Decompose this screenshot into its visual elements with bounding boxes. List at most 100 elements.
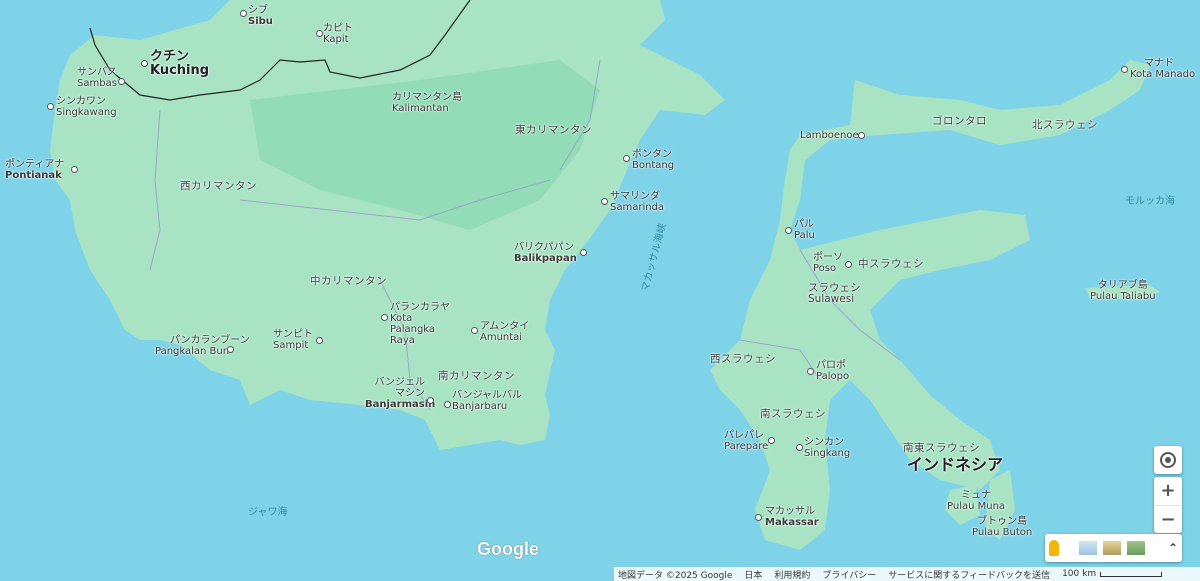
zoom-in-button[interactable]: +	[1154, 477, 1182, 506]
city-en: Balikpapan	[514, 253, 577, 264]
city-jp: サンピト	[273, 329, 313, 340]
city-dot	[227, 346, 234, 353]
city-dot	[118, 78, 125, 85]
city-en: Pulau Taliabu	[1090, 291, 1156, 302]
city-dot	[755, 514, 762, 521]
city-dot	[1121, 66, 1128, 73]
layer-thumbnail-2[interactable]	[1103, 541, 1121, 555]
city-dot	[381, 314, 388, 321]
city-manado[interactable]: マナド Kota Manado	[1130, 58, 1195, 80]
city-amuntai[interactable]: アムンタイ Amuntai	[480, 321, 529, 343]
city-palu[interactable]: パル Palu	[794, 219, 815, 241]
city-jp: ポンティアナ	[5, 159, 65, 170]
city-jp: シンカワン	[56, 96, 106, 107]
city-singkang[interactable]: シンカン Singkang	[804, 437, 850, 459]
city-en: Lamboenoe	[800, 130, 859, 141]
city-sambas[interactable]: サンバス Sambas	[77, 67, 117, 89]
city-jp: カピト	[323, 23, 353, 34]
city-en: Palopo	[816, 371, 850, 382]
city-en: Kuching	[150, 63, 210, 78]
city-pontianak[interactable]: ポンティアナ Pontianak	[5, 159, 64, 181]
scale-line	[1100, 571, 1163, 577]
city-en: Parepare	[724, 441, 769, 452]
city-dot	[471, 327, 478, 334]
map-data-attribution: 地図データ ©2025 Google	[618, 570, 733, 581]
city-jp: パル	[794, 219, 814, 230]
city-jp: ミュナ	[961, 490, 992, 501]
city-jp: バンジャルバル	[452, 390, 522, 401]
privacy-link[interactable]: プライバシー	[822, 568, 876, 581]
city-jp: パンカランブーン	[170, 335, 250, 346]
city-kuching[interactable]: クチン Kuching	[150, 50, 209, 78]
city-poso[interactable]: ポーソ Poso	[813, 252, 843, 274]
island-taliabu[interactable]: タリアブ島 Pulau Taliabu	[1090, 280, 1156, 302]
city-dot	[141, 60, 148, 67]
city-dot	[796, 444, 803, 451]
city-dot	[47, 103, 54, 110]
scale-bar[interactable]: 100 km	[1062, 569, 1163, 579]
country-indonesia: インドネシア	[907, 455, 1004, 474]
city-en: Makassar	[765, 517, 819, 528]
city-en: Amuntai	[480, 332, 523, 343]
city-en: Sibu	[248, 16, 273, 27]
terms-link[interactable]: 利用規約	[774, 568, 810, 581]
city-bontang[interactable]: ボンタン Bontang	[632, 149, 674, 171]
city-jp: ブトゥン島	[977, 516, 1028, 527]
city-banjarbaru[interactable]: バンジャルバル Banjarbaru	[452, 390, 522, 412]
city-sibu[interactable]: シブ Sibu	[248, 5, 273, 27]
city-sampit[interactable]: サンピト Sampit	[273, 329, 313, 351]
city-palangka-raya[interactable]: パランカラヤ Kota Palangka Raya	[390, 302, 450, 346]
city-en: Poso	[813, 263, 837, 274]
my-location-button[interactable]	[1154, 446, 1182, 474]
city-jp: パランカラヤ	[390, 302, 450, 313]
city-parepare[interactable]: パレパレ Parepare	[724, 430, 768, 452]
island-muna[interactable]: ミュナ Pulau Muna	[947, 490, 1005, 512]
city-en: Kota Manado	[1130, 69, 1196, 80]
city-singkawang[interactable]: シンカワン Singkawang	[56, 96, 117, 118]
zoom-control: + −	[1154, 477, 1182, 533]
city-jp: マナド	[1144, 58, 1174, 69]
city-jp: マカッサル	[765, 506, 815, 517]
city-banjarmasin[interactable]: バンジェルマシン Banjarmasin	[365, 377, 435, 410]
city-jp: アムンタイ	[480, 321, 530, 332]
city-pangkalan-bun[interactable]: パンカランブーン Pangkalan Bun	[155, 335, 250, 357]
region-east-kalimantan: 東カリマンタン	[515, 124, 592, 136]
sea-java: ジャワ海	[248, 507, 288, 518]
country-link[interactable]: 日本	[744, 568, 762, 581]
city-palopo[interactable]: パロポ Palopo	[816, 360, 849, 382]
my-location-icon	[1160, 452, 1176, 468]
city-dot	[858, 132, 865, 139]
city-jp: パレパレ	[724, 430, 764, 441]
map-footer: 地図データ ©2025 Google 日本 利用規約 プライバシー サービスに関…	[614, 567, 1200, 581]
city-en: Sampit	[273, 340, 309, 351]
google-logo: Google	[477, 539, 539, 559]
city-dot	[623, 155, 630, 162]
region-west-kalimantan: 西カリマンタン	[180, 180, 257, 192]
pegman-icon[interactable]	[1049, 540, 1059, 556]
region-west-sulawesi: 西スラウェシ	[710, 353, 776, 365]
city-en: Singkawang	[56, 107, 117, 118]
city-samarinda[interactable]: サマリンダ Samarinda	[610, 191, 664, 213]
zoom-out-button[interactable]: −	[1154, 506, 1182, 534]
city-jp: シンカン	[804, 437, 844, 448]
city-jp: タリアブ島	[1097, 280, 1148, 291]
city-dot	[240, 10, 247, 17]
city-kapit[interactable]: カピト Kapit	[323, 23, 353, 45]
city-makassar[interactable]: マカッサル Makassar	[765, 506, 819, 528]
island-buton[interactable]: ブトゥン島 Pulau Buton	[972, 516, 1032, 538]
double-chevron-up-icon[interactable]: ⌃	[1168, 541, 1178, 555]
city-lamboenoe[interactable]: Lamboenoe	[800, 130, 859, 141]
feedback-link[interactable]: サービスに関するフィードバックを送信	[888, 568, 1050, 581]
city-dot	[71, 166, 78, 173]
layer-thumbnail-1[interactable]	[1079, 541, 1097, 555]
city-balikpapan[interactable]: バリクパパン Balikpapan	[514, 242, 577, 264]
city-en: Kota Palangka Raya	[390, 313, 436, 346]
city-dot	[316, 30, 323, 37]
city-en: Sambas	[77, 78, 117, 89]
layer-thumbnail-3[interactable]	[1127, 541, 1145, 555]
region-sulawesi: スラウェシ Sulawesi	[808, 282, 861, 305]
city-jp: ボンタン	[632, 149, 672, 160]
city-en: Pulau Muna	[947, 501, 1006, 512]
map-canvas[interactable]	[0, 0, 1200, 581]
region-south-kalimantan: 南カリマンタン	[438, 370, 515, 382]
